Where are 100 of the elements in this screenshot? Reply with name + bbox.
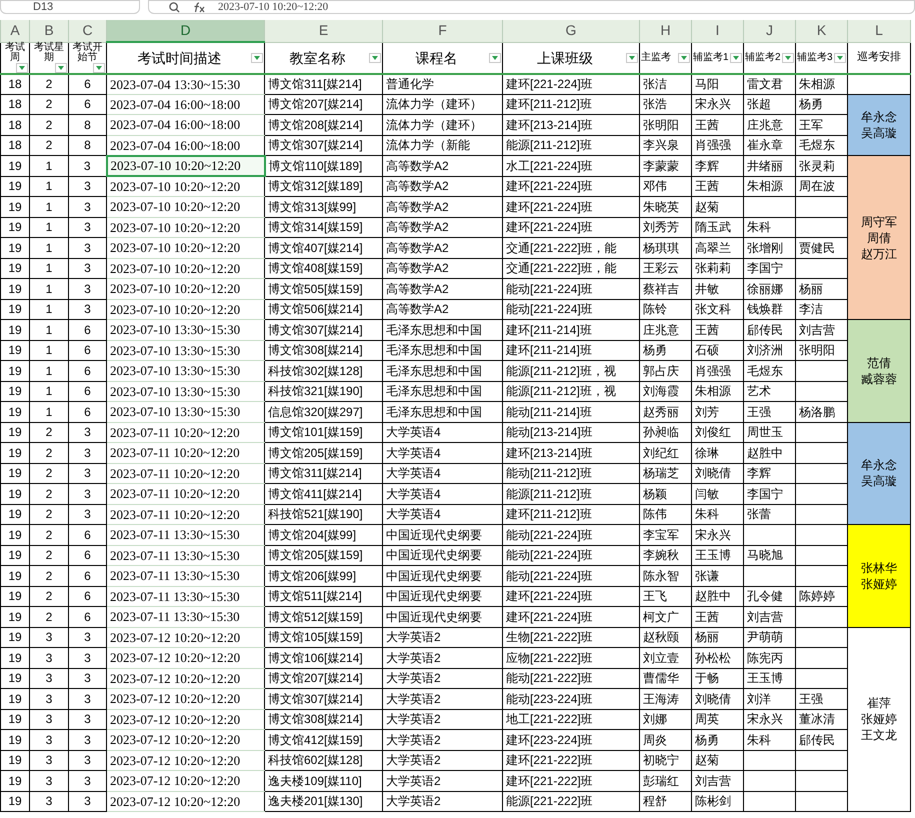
table-cell: 李婉秋	[640, 545, 692, 566]
table-cell: 1	[30, 258, 68, 278]
filter-dropdown-button[interactable]	[678, 52, 690, 62]
column-header[interactable]: L	[848, 20, 910, 42]
table-cell: 刘吉营	[744, 606, 796, 627]
table-cell: 2023-07-10 10:20~12:20	[106, 258, 264, 278]
table-cell: 19	[0, 340, 30, 360]
table-cell: 19	[0, 176, 30, 196]
table-cell: 19	[0, 217, 30, 238]
table-cell: 1	[30, 217, 68, 238]
name-box[interactable]: D13	[0, 0, 140, 14]
table-cell: 3	[68, 504, 106, 524]
table-cell: 建环[211-212]班	[502, 504, 640, 524]
filter-dropdown-button[interactable]	[251, 52, 263, 63]
table-cell: 2023-07-11 13:30~15:30	[106, 545, 264, 566]
table-cell: 3	[68, 238, 106, 258]
table-cell: 高等数学A2	[382, 196, 502, 217]
column-header[interactable]: J	[744, 20, 796, 42]
filter-dropdown-button[interactable]	[489, 52, 501, 62]
table-cell: 井敏	[692, 278, 744, 299]
filter-dropdown-button[interactable]	[93, 62, 105, 72]
table-cell: 6	[68, 340, 106, 360]
table-cell: 杨琪琪	[640, 238, 692, 258]
table-cell: 2023-07-11 13:30~15:30	[106, 524, 264, 545]
filter-dropdown-button[interactable]	[730, 52, 742, 62]
table-cell: 张超	[744, 94, 796, 114]
table-cell: 李国宁	[744, 484, 796, 504]
table-cell: 博文馆512[媒159]	[264, 606, 382, 627]
table-cell: 3	[68, 484, 106, 504]
column-header[interactable]: K	[796, 20, 848, 42]
table-cell: 宋永兴	[692, 524, 744, 545]
table-cell: 6	[68, 524, 106, 545]
column-header[interactable]: E	[264, 20, 382, 42]
table-cell: 大学英语2	[382, 750, 502, 770]
filter-dropdown-button[interactable]	[16, 62, 28, 72]
table-cell: 2	[30, 504, 68, 524]
table-cell: 王茜	[692, 176, 744, 196]
table-cell: 科技馆521[媒190]	[264, 504, 382, 524]
column-header[interactable]: C	[68, 20, 106, 42]
table-cell: 高等数学A2	[382, 278, 502, 299]
table-cell: 刘芳	[692, 402, 744, 422]
table-cell: 马阳	[692, 74, 744, 94]
header-label: 巡考安排	[856, 51, 902, 64]
table-cell: 地工[221-222]班	[502, 709, 640, 730]
table-cell: 3	[68, 422, 106, 442]
table-cell: 博文馆312[媒189]	[264, 176, 382, 196]
table-cell: 杨瑞芝	[640, 463, 692, 484]
table-cell: 3	[30, 627, 68, 648]
table-cell: 中国近现代史纲要	[382, 545, 502, 566]
table-cell: 博文馆307[媒214]	[264, 320, 382, 340]
table-cell: 1	[30, 238, 68, 258]
table-cell: 能源[211-212]班	[502, 135, 640, 156]
table-cell: 1	[30, 381, 68, 402]
table-cell: 闫敏	[692, 484, 744, 504]
table-cell: 大学英语2	[382, 668, 502, 688]
filter-dropdown-button[interactable]	[834, 52, 846, 62]
zoom-icon[interactable]	[169, 2, 180, 12]
table-cell: 朱科	[692, 504, 744, 524]
table-cell: 19	[0, 770, 30, 791]
function-icon[interactable]	[192, 2, 206, 12]
table-cell: 6	[68, 402, 106, 422]
caret-icon	[372, 56, 378, 60]
table-cell: 能源[211-212]班，视	[502, 360, 640, 381]
filter-dropdown-button[interactable]	[55, 62, 67, 72]
column-header[interactable]: H	[640, 20, 692, 42]
column-header[interactable]: A	[0, 20, 30, 42]
column-header[interactable]: F	[382, 20, 502, 42]
table-cell: 马晓旭	[744, 545, 796, 566]
table-cell: 艺术	[744, 381, 796, 402]
header-label: 教室名称	[288, 50, 346, 66]
table-cell: 毛泽东思想和中国	[382, 360, 502, 381]
table-cell: 1	[30, 299, 68, 320]
table-cell: 3	[68, 668, 106, 688]
table-cell: 19	[0, 668, 30, 688]
table-cell: 曹儒华	[640, 668, 692, 688]
table-cell: 1	[30, 156, 68, 176]
table-cell: 2023-07-12 10:20~12:20	[106, 750, 264, 770]
table-cell: 3	[30, 709, 68, 730]
column-header[interactable]: D	[106, 20, 264, 42]
header-label: 辅监考3	[797, 51, 834, 64]
table-cell: 能源[211-212]班	[502, 484, 640, 504]
patrol-name: 吴高璇	[861, 473, 897, 490]
table-cell: 18	[0, 114, 30, 135]
table-cell: 6	[68, 381, 106, 402]
column-header[interactable]: G	[502, 20, 640, 42]
filter-dropdown-button[interactable]	[782, 52, 794, 62]
filter-dropdown-button[interactable]	[369, 52, 381, 62]
table-cell: 19	[0, 730, 30, 750]
table-cell: 赵胜中	[744, 442, 796, 463]
table-cell: 博文馆106[媒214]	[264, 648, 382, 668]
table-cell: 博文馆411[媒214]	[264, 484, 382, 504]
table-cell: 能源[221-222]班	[502, 791, 640, 812]
table-cell: 建环[211-212]班	[502, 94, 640, 114]
column-header[interactable]: I	[692, 20, 744, 42]
column-header[interactable]: B	[30, 20, 68, 42]
table-cell: 2023-07-12 10:20~12:20	[106, 709, 264, 730]
table-cell: 3	[68, 258, 106, 278]
table-cell: 能动[211-212]班	[502, 463, 640, 484]
filter-dropdown-button[interactable]	[626, 52, 638, 62]
table-cell: 蔡祥吉	[640, 278, 692, 299]
